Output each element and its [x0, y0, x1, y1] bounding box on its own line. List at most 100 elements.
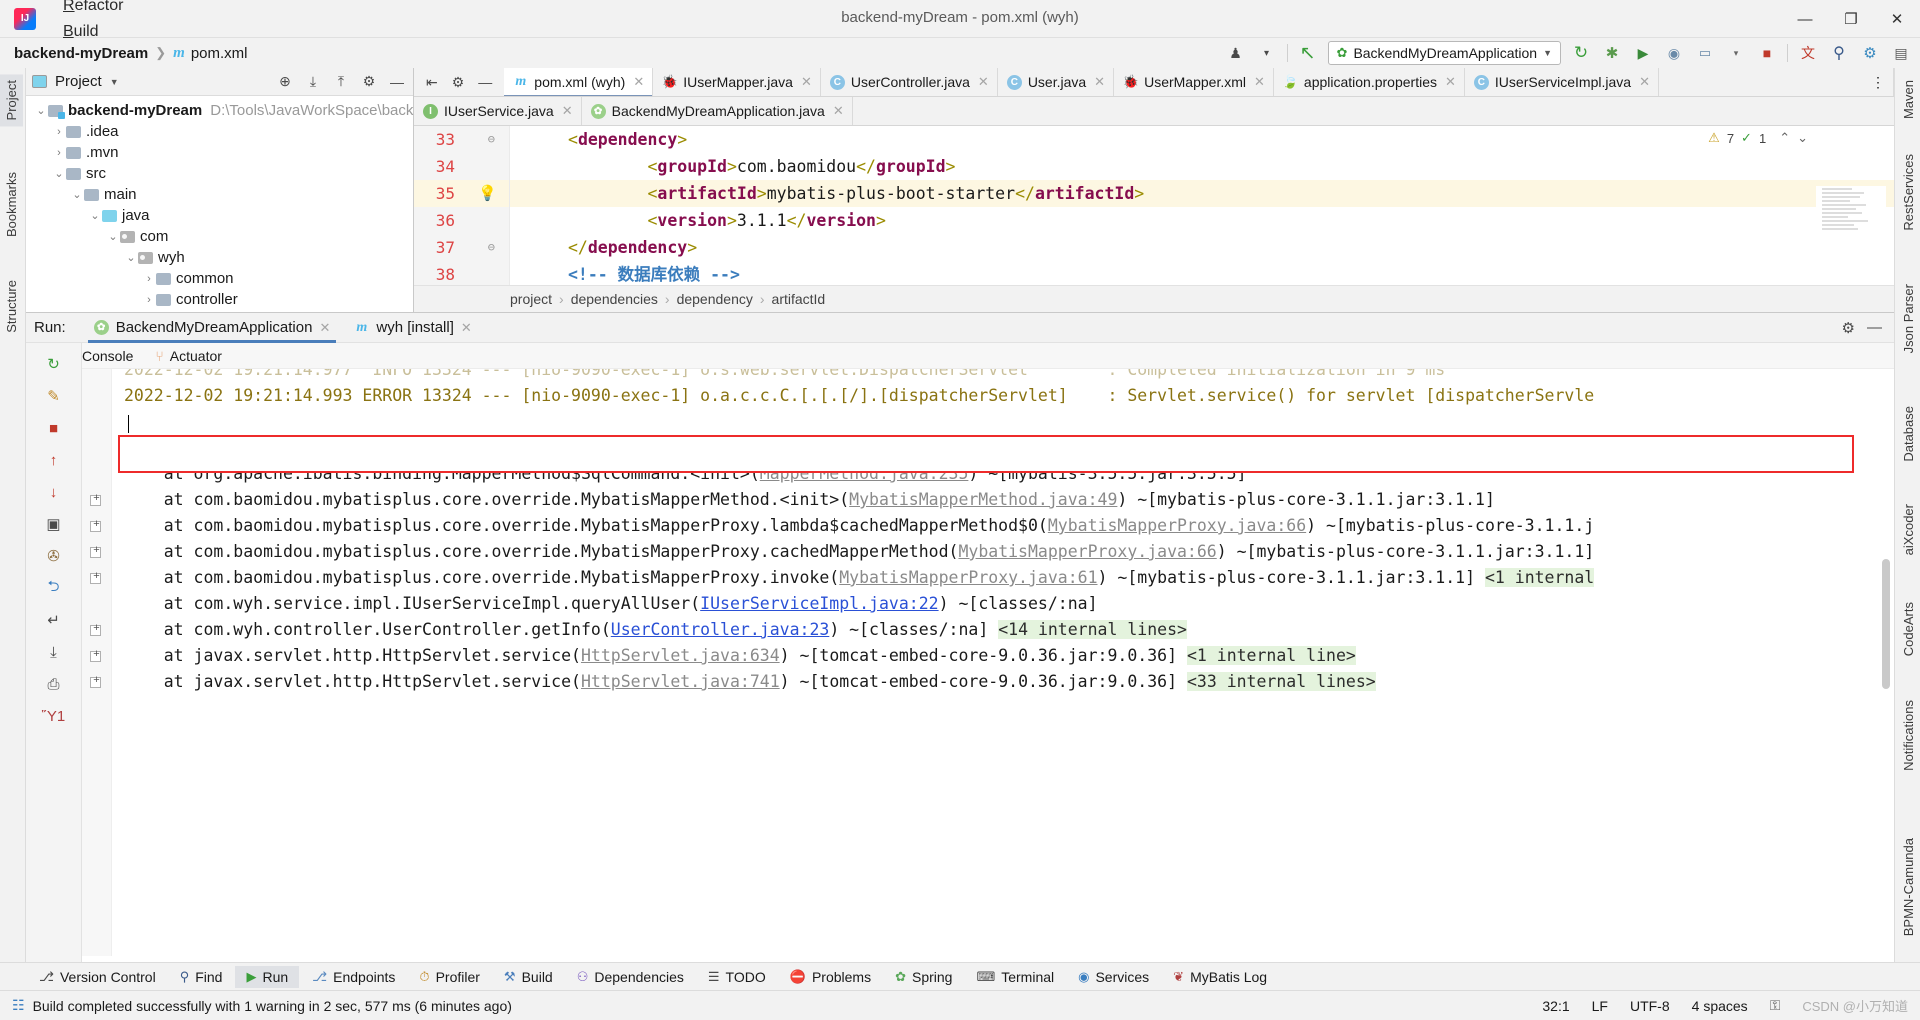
next-problem-icon[interactable]: ⌄ — [1797, 130, 1808, 146]
project-view-dropdown-icon[interactable]: ▼ — [110, 77, 119, 87]
run-configuration-selector[interactable]: ✿ BackendMyDreamApplication ▼ — [1328, 41, 1561, 65]
tool-window-tab-notifications[interactable]: Notifications — [1897, 694, 1920, 777]
print-icon[interactable]: ⎙ — [37, 669, 71, 699]
tool-window-tab-structure[interactable]: Structure — [0, 274, 23, 339]
breadcrumb-project[interactable]: backend-myDream — [14, 45, 148, 62]
hide-panel-icon[interactable]: — — [387, 74, 407, 90]
console-line[interactable] — [82, 409, 1894, 435]
scroll-up-icon[interactable]: ↑ — [37, 445, 71, 475]
chevron-right-icon[interactable]: › — [52, 147, 66, 159]
bottom-tab-todo[interactable]: ☰TODO — [697, 966, 777, 988]
close-tab-icon[interactable]: ✕ — [633, 74, 644, 90]
window-controls[interactable]: — ❐ ✕ — [1782, 0, 1920, 38]
code-breadcrumb-project[interactable]: project — [510, 291, 552, 307]
console-line[interactable]: at com.baomidou.mybatisplus.core.overrid… — [82, 513, 1894, 539]
code-line[interactable]: <!-- 数据库依赖 --> — [510, 261, 1894, 285]
bottom-tab-build[interactable]: ⚒Build — [493, 966, 564, 988]
close-tab-icon[interactable]: ✕ — [1094, 74, 1105, 90]
console-line[interactable]: at javax.servlet.http.HttpServlet.servic… — [82, 643, 1894, 669]
console-line[interactable]: at com.baomidou.mybatisplus.core.overrid… — [82, 539, 1894, 565]
scroll-down-icon[interactable]: ↓ — [37, 477, 71, 507]
close-tab-icon[interactable]: ✕ — [833, 103, 844, 119]
tool-window-tab-maven[interactable]: Maven — [1897, 74, 1920, 125]
settings-gear-icon[interactable]: ⚙ — [359, 73, 379, 90]
collapsed-frames-badge[interactable]: <14 internal lines> — [998, 620, 1187, 639]
file-encoding[interactable]: UTF-8 — [1630, 998, 1670, 1014]
console-output[interactable]: 2022-12-02 19:21:14.977 INFO 13324 --- [… — [82, 369, 1894, 956]
chevron-right-icon[interactable]: › — [142, 273, 156, 285]
collapsed-frames-badge[interactable]: <1 internal — [1485, 568, 1594, 587]
close-tab-icon[interactable]: ✕ — [801, 74, 812, 90]
stacktrace-link[interactable]: MybatisMapperProxy.java:66 — [958, 542, 1216, 561]
stacktrace-link[interactable]: IUserServiceImpl.java:22 — [700, 594, 938, 613]
bottom-tab-find[interactable]: ⚲Find — [169, 966, 234, 988]
attach-icon[interactable]: ▭ — [1694, 42, 1716, 64]
editor-tab-iusermapper-java[interactable]: 🐞IUserMapper.java✕ — [653, 68, 821, 96]
close-run-tab-icon[interactable]: ✕ — [319, 320, 330, 336]
chevron-down-icon[interactable]: ⌄ — [88, 209, 102, 222]
maximize-button[interactable]: ❐ — [1828, 0, 1874, 38]
chevron-down-icon[interactable]: ▼ — [1543, 48, 1552, 58]
run-panel-header-actions[interactable]: ⚙ — — [1842, 319, 1894, 337]
editor-gutter[interactable]: 33⊖3435💡3637⊖38 — [414, 126, 510, 285]
chevron-right-icon[interactable]: › — [52, 126, 66, 138]
bottom-tab-problems[interactable]: ⛔Problems — [779, 966, 882, 988]
console-line[interactable]: at com.wyh.service.impl.IUserServiceImpl… — [82, 591, 1894, 617]
chevron-down-icon-2[interactable]: ▾ — [1725, 42, 1747, 64]
clear-all-icon[interactable]: Ὕ1 — [37, 701, 71, 731]
translate-icon[interactable]: 文 — [1797, 42, 1819, 64]
chevron-down-icon[interactable]: ⌄ — [34, 104, 48, 117]
console-line[interactable]: 2022-12-02 19:21:14.977 INFO 13324 --- [… — [82, 369, 1894, 383]
tool-window-tab-bpmn-camunda[interactable]: BPMN-Camunda — [1897, 832, 1920, 942]
bottom-tool-window-bar[interactable]: ⎇Version Control⚲Find▶Run⎇Endpoints⏱Prof… — [0, 962, 1920, 990]
main-toolbar[interactable]: ♟ ▾ ↖ ✿ BackendMyDreamApplication ▼ ↻ ✱ … — [1225, 38, 1912, 68]
code-line[interactable]: <dependency> — [510, 126, 1894, 153]
bottom-tab-endpoints[interactable]: ⎇Endpoints — [301, 966, 406, 988]
bottom-tab-profiler[interactable]: ⏱Profiler — [408, 966, 491, 988]
tree-node[interactable]: ›.idea — [26, 121, 413, 142]
stacktrace-link[interactable]: MybatisMapperMethod.java:49 — [849, 490, 1117, 509]
run-tab-wyh-install[interactable]: mwyh [install]✕ — [342, 313, 483, 343]
bottom-tab-mybatis-log[interactable]: ❦MyBatis Log — [1162, 966, 1278, 988]
tree-node[interactable]: ›common — [26, 268, 413, 289]
code-breadcrumbs[interactable]: project›dependencies›dependency›artifact… — [414, 285, 1894, 312]
lock-icon[interactable]: ⚿ — [1770, 997, 1781, 1014]
bottom-tab-terminal[interactable]: ⌨Terminal — [965, 966, 1065, 988]
code-editor[interactable]: 33⊖3435💡3637⊖38 <dependency> <groupId>co… — [414, 126, 1894, 285]
editor-tab-usercontroller-java[interactable]: CUserController.java✕ — [821, 68, 998, 96]
editor-tab-application-properties[interactable]: 🍃application.properties✕ — [1274, 68, 1465, 96]
run-with-coverage-icon[interactable]: ▶ — [1632, 42, 1654, 64]
run-tabs[interactable]: ✿BackendMyDreamApplication✕mwyh [install… — [82, 313, 484, 343]
profile-icon[interactable]: ◉ — [1663, 42, 1685, 64]
line-separator[interactable]: LF — [1592, 998, 1608, 1014]
chevron-down-icon[interactable]: ⌄ — [124, 251, 138, 264]
console-line[interactable]: at com.baomidou.mybatisplus.core.overrid… — [82, 565, 1894, 591]
chevron-right-icon[interactable]: › — [142, 294, 156, 306]
stacktrace-link[interactable]: HttpServlet.java:741 — [581, 672, 780, 691]
settings-gear-icon[interactable]: ⚙ — [452, 74, 465, 91]
bottom-tab-dependencies[interactable]: ⚇Dependencies — [566, 966, 695, 988]
bottom-tab-spring[interactable]: ✿Spring — [884, 966, 963, 988]
close-run-tab-icon[interactable]: ✕ — [461, 320, 472, 336]
tree-node[interactable]: ⌄com — [26, 226, 413, 247]
caret-position[interactable]: 32:1 — [1542, 998, 1569, 1014]
code-line[interactable]: <artifactId>mybatis-plus-boot-starter</a… — [510, 180, 1894, 207]
right-tool-window-strip[interactable]: MavenRestServicesJson ParserDatabaseaiXc… — [1894, 68, 1920, 990]
close-tab-icon[interactable]: ✕ — [562, 103, 573, 119]
back-icon[interactable]: ⇤ — [426, 74, 438, 91]
more-tabs-icon[interactable]: ⋮ — [1862, 68, 1894, 96]
editor-tab-backendmydreamapplication-java[interactable]: ✿BackendMyDreamApplication.java✕ — [582, 97, 853, 125]
editor-tab-usermapper-xml[interactable]: 🐞UserMapper.xml✕ — [1114, 68, 1274, 96]
bottom-tab-services[interactable]: ◉Services — [1067, 966, 1160, 988]
menu-refactor[interactable]: Refactor — [52, 0, 137, 19]
console-subtab-actuator[interactable]: ⑂Actuator — [155, 348, 222, 364]
collapsed-frames-badge[interactable]: <1 internal line> — [1187, 646, 1356, 665]
close-tab-icon[interactable]: ✕ — [1445, 74, 1456, 90]
code-line[interactable]: </dependency> — [510, 234, 1894, 261]
stacktrace-link[interactable]: MybatisMapperProxy.java:66 — [1048, 516, 1306, 535]
search-everywhere-icon[interactable]: ⚲ — [1828, 42, 1850, 64]
tree-node[interactable]: ›controller — [26, 289, 413, 310]
stacktrace-link[interactable]: UserController.java:23 — [611, 620, 830, 639]
tool-window-tab-codearts[interactable]: CodeArts — [1897, 596, 1920, 662]
console-subtab-console[interactable]: Console — [82, 348, 133, 364]
